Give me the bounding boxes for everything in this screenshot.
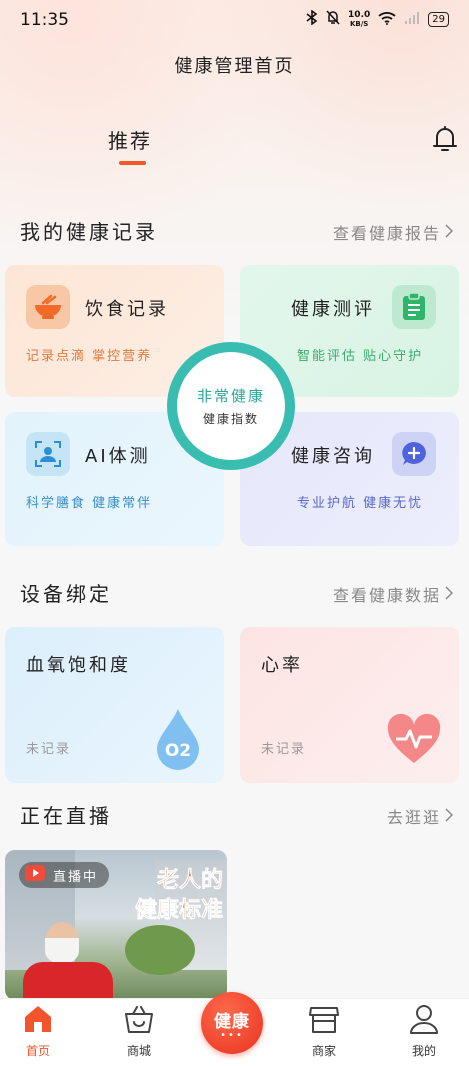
ai-scan-icon <box>26 432 70 476</box>
device-binding-title: 设备绑定 <box>20 582 112 606</box>
health-index-label: 健康指数 <box>202 412 259 426</box>
tab-active-indicator <box>119 161 146 165</box>
blood-oxygen-title: 血氧饱和度 <box>26 655 131 676</box>
dots-icon: ••• <box>220 1029 244 1041</box>
health-assessment-subtitle: 智能评估 贴心守护 <box>297 349 424 364</box>
health-index-circle[interactable]: 非常健康 健康指数 <box>167 342 295 470</box>
tab-home[interactable]: 首页 <box>8 1004 68 1059</box>
shopping-basket-icon <box>123 1006 155 1038</box>
health-consult-title: 健康咨询 <box>291 446 375 467</box>
health-center-button[interactable]: 健康 ••• <box>201 992 263 1054</box>
live-title: 正在直播 <box>20 804 112 828</box>
live-thumbnail-tree <box>125 925 195 975</box>
bluetooth-icon <box>306 9 318 29</box>
user-icon <box>408 1005 440 1038</box>
heart-rate-status: 未记录 <box>261 742 307 757</box>
ai-body-test-title: AI体测 <box>85 446 151 467</box>
signal-icon <box>404 11 420 29</box>
play-icon <box>25 865 45 885</box>
diet-record-subtitle: 记录点滴 掌控营养 <box>26 349 153 364</box>
live-headline-2: 健康标准 <box>134 898 224 924</box>
health-assessment-title: 健康测评 <box>291 299 375 320</box>
clipboard-icon <box>392 285 436 329</box>
health-index-status: 非常健康 <box>196 387 265 405</box>
blood-oxygen-card[interactable]: 血氧饱和度 未记录 O2 <box>5 627 224 783</box>
bell-icon[interactable] <box>432 124 458 154</box>
tab-me[interactable]: 我的 <box>394 1004 454 1059</box>
status-time: 11:35 <box>20 10 69 30</box>
chat-plus-icon <box>392 432 436 476</box>
status-icons: 10.0 KB/S 29 <box>306 9 449 29</box>
mute-icon <box>326 10 340 29</box>
page-title: 健康管理首页 <box>174 56 295 77</box>
browse-link[interactable]: 去逛逛 <box>387 804 454 828</box>
live-thumbnail-person-jacket <box>23 962 113 1000</box>
heart-rate-title: 心率 <box>261 655 303 676</box>
live-stream-card[interactable]: 直播中 老人的 健康标准 <box>5 850 227 1000</box>
live-badge: 直播中 <box>19 862 109 888</box>
health-consult-subtitle: 专业护航 健康无忧 <box>297 496 424 511</box>
heart-rate-card[interactable]: 心率 未记录 <box>240 627 459 783</box>
blood-oxygen-status: 未记录 <box>26 742 72 757</box>
live-thumbnail-person-beard <box>45 938 79 964</box>
oxygen-drop-icon: O2 <box>155 707 201 771</box>
ai-body-test-subtitle: 科学膳食 健康常伴 <box>26 496 153 511</box>
chevron-right-icon <box>445 223 454 242</box>
health-report-link[interactable]: 查看健康报告 <box>333 220 454 244</box>
tab-merchant[interactable]: 商家 <box>294 1004 354 1059</box>
store-icon <box>308 1007 340 1038</box>
chevron-right-icon <box>445 585 454 604</box>
chevron-right-icon <box>445 807 454 826</box>
tab-mall[interactable]: 商城 <box>109 1004 169 1059</box>
heart-pulse-icon <box>386 713 442 769</box>
live-headline-1: 老人的 <box>156 868 224 894</box>
battery-icon: 29 <box>428 12 449 27</box>
bowl-icon <box>26 285 70 329</box>
home-icon <box>22 1006 54 1038</box>
wifi-icon <box>378 11 396 29</box>
health-data-link[interactable]: 查看健康数据 <box>333 582 454 606</box>
tab-recommended[interactable]: 推荐 <box>108 125 152 154</box>
diet-record-title: 饮食记录 <box>85 299 169 320</box>
network-speed: 10.0 KB/S <box>348 9 371 28</box>
health-records-title: 我的健康记录 <box>20 220 158 244</box>
